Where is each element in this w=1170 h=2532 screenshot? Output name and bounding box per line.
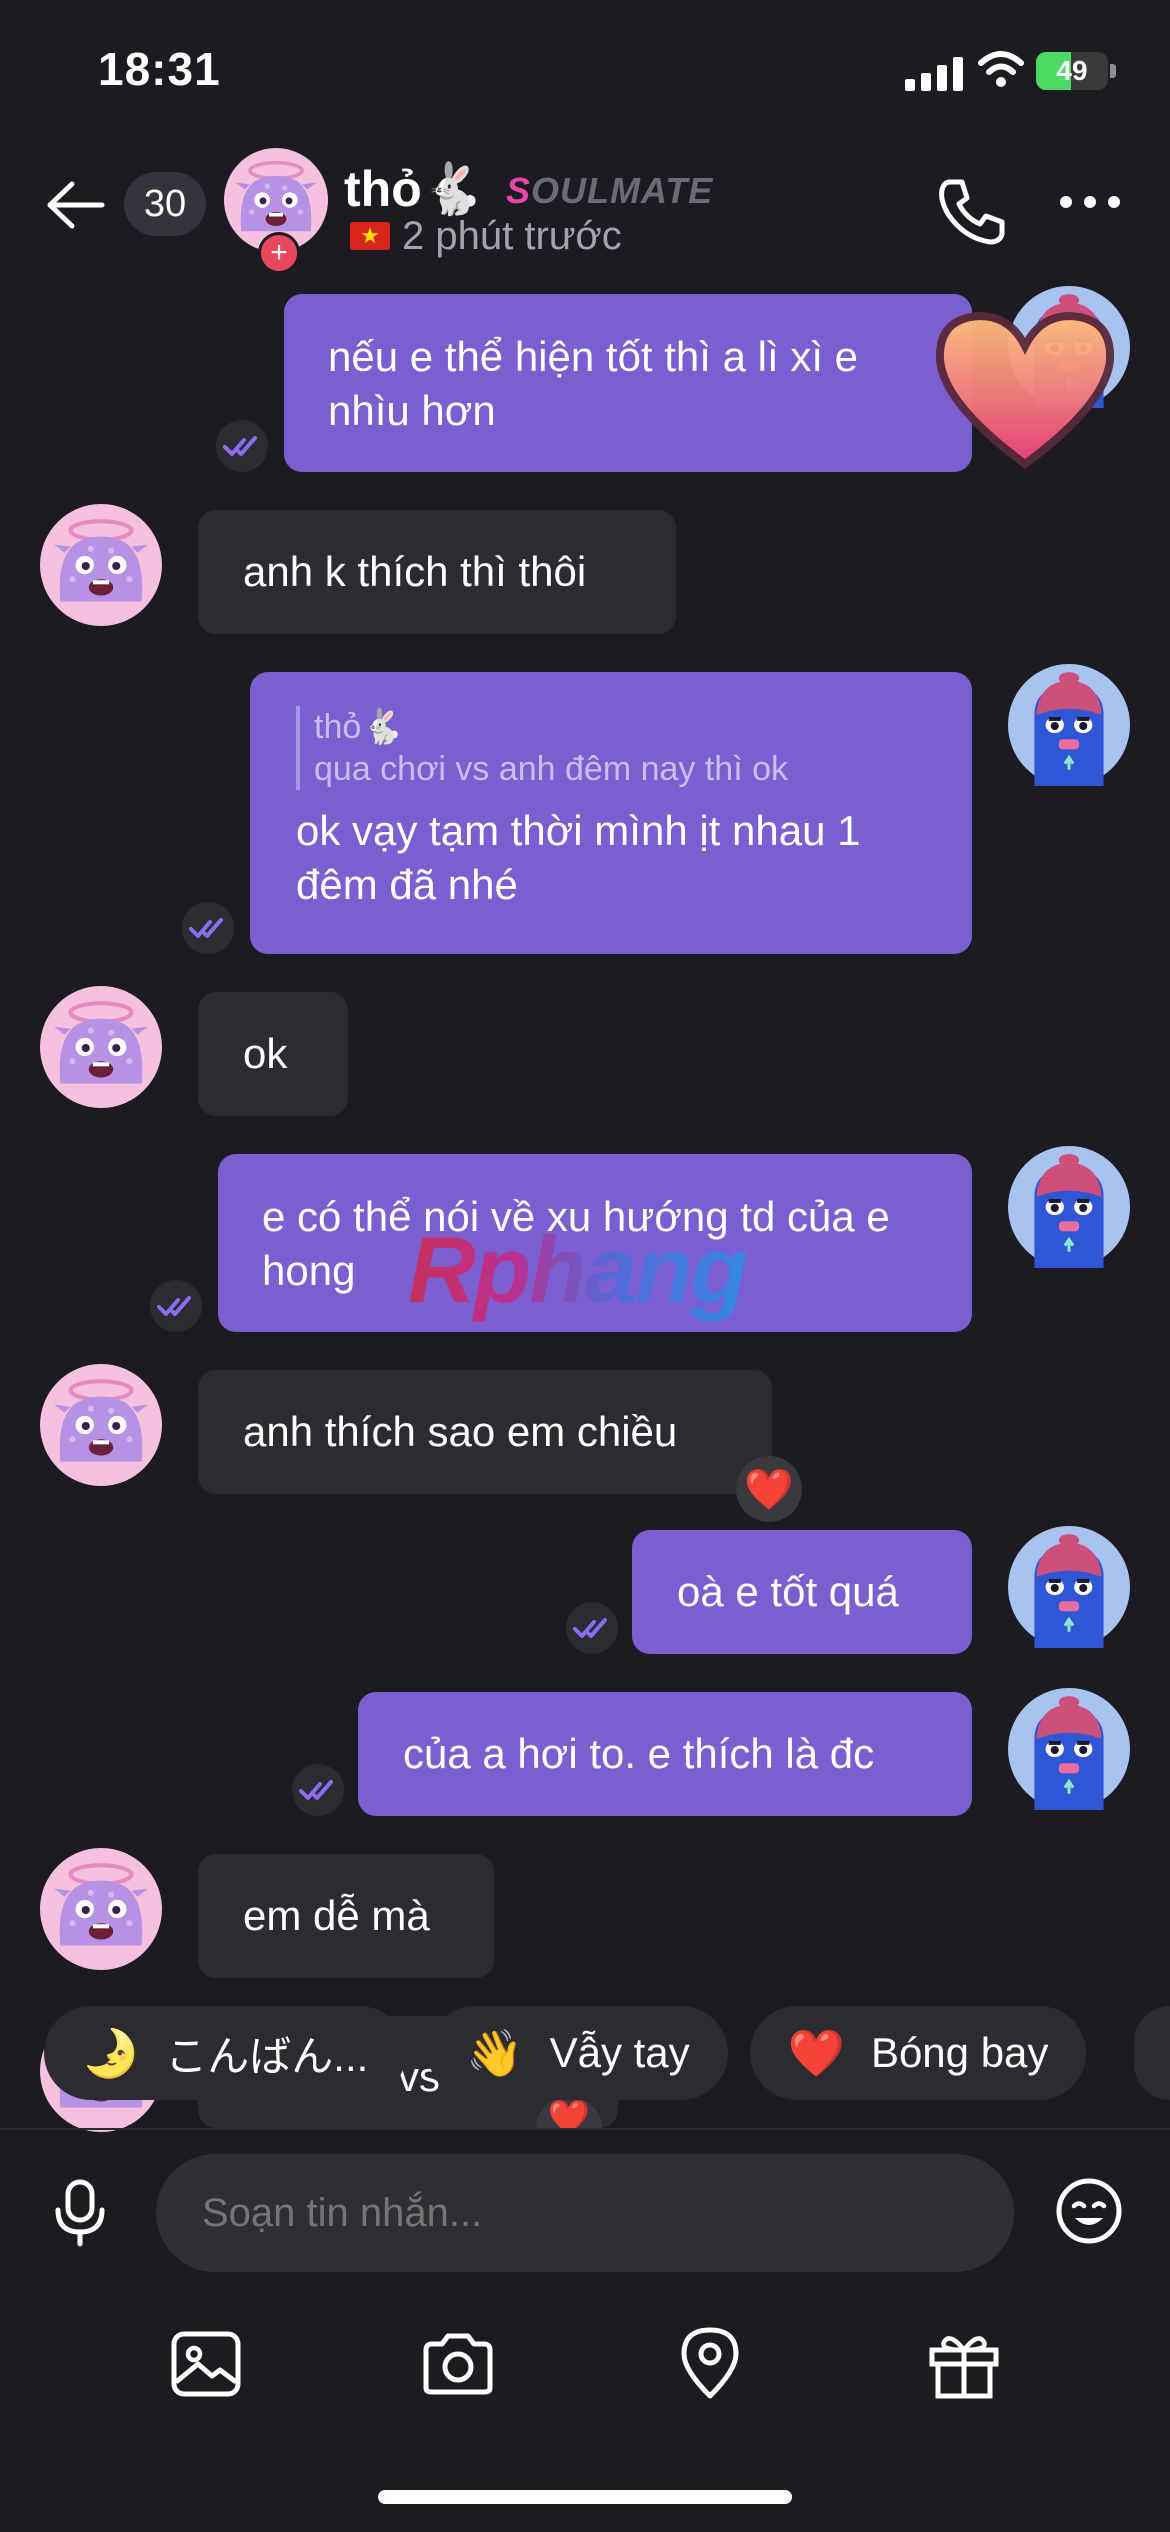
message-bubble-incoming[interactable]: anh k thích thì thôi [198,510,676,634]
read-receipt-icon [150,1280,202,1332]
quick-reply-chip[interactable]: 👋 Vẫy tay [428,2006,728,2100]
quoted-message[interactable]: thỏ🐇 qua chơi vs anh đêm nay thì ok [296,706,926,790]
read-receipt-icon [566,1602,618,1654]
my-avatar[interactable] [1008,1146,1130,1268]
emoji-icon[interactable] [1054,2176,1124,2246]
gift-icon[interactable] [926,2326,1002,2402]
my-avatar[interactable] [1008,664,1130,786]
moon-icon: 🌛 [82,2026,140,2079]
wifi-icon [978,51,1024,87]
contact-avatar-small[interactable] [40,1848,162,1970]
soulmate-tag-rest: OULMATE [531,170,714,211]
contact-name[interactable]: thỏ🐇 [344,160,484,219]
status-time: 18:31 [98,43,221,95]
back-arrow-icon[interactable] [44,180,106,230]
phone-icon[interactable] [936,176,1006,246]
message-bubble-outgoing[interactable]: oà e tốt quá [632,1530,972,1654]
wave-icon: 👋 [466,2026,524,2079]
camera-icon[interactable] [420,2326,496,2402]
quoted-text: qua chơi vs anh đêm nay thì ok [314,750,789,788]
chip-label: こんばん... [165,2032,369,2080]
message-bubble-outgoing[interactable]: nếu e thể hiện tốt thì a lì xì e nhìu hơ… [284,294,972,472]
soulmate-tag-first: S [506,170,532,211]
chip-label: Bóng bay [870,2029,1049,2076]
message-text: của a hơi to. e thích là đc [403,1730,875,1777]
quoted-sender: thỏ🐇 [314,708,404,746]
battery-tip [1110,64,1116,78]
message-bubble-incoming[interactable]: em dễ mà [198,1854,494,1978]
last-seen: 2 phút trước [402,214,622,258]
message-bubble-incoming[interactable]: ok [198,992,348,1116]
message-text: anh thích sao em chiều [243,1408,678,1455]
soulmate-tag: SOULMATE [506,170,713,212]
message-text: em dễ mà [243,1892,430,1939]
message-bubble-incoming[interactable]: anh thích sao em chiều [198,1370,772,1494]
quick-reply-chip-partial[interactable] [1134,2006,1170,2100]
contact-avatar-small[interactable] [40,1364,162,1486]
my-avatar[interactable] [1008,1526,1130,1648]
composer-divider [0,2128,1170,2130]
message-bubble-outgoing[interactable]: của a hơi to. e thích là đc [358,1692,972,1816]
unread-count-badge[interactable]: 30 [124,172,206,236]
vietnam-flag-icon: ★ [350,222,390,250]
read-receipt-icon [182,902,234,954]
quick-reply-chip[interactable]: 🌛 こんばん... [44,2006,407,2100]
read-receipt-icon [216,420,268,472]
battery-level: 49 [1056,55,1088,86]
heart-icon: ❤️ [787,2026,845,2079]
contact-avatar-small[interactable] [40,504,162,626]
add-friend-icon[interactable]: + [258,232,300,274]
read-receipt-icon [292,1764,344,1816]
home-indicator[interactable] [378,2490,792,2504]
my-avatar[interactable] [1008,1688,1130,1810]
watermark: Rphang [408,1217,748,1322]
message-text: nếu e thể hiện tốt thì a lì xì e nhìu hơ… [328,333,859,434]
message-text: anh k thích thì thôi [243,548,587,595]
microphone-icon[interactable] [52,2178,108,2248]
message-text: ok vạy tạm thời mình ịt nhau 1 đêm đã nh… [296,807,861,908]
chip-label: Vẫy tay [549,2029,690,2076]
message-text: ok [243,1030,288,1077]
cell-signal-icon [905,55,963,91]
contact-avatar-small[interactable] [40,986,162,1108]
location-icon[interactable] [672,2326,748,2402]
more-options-icon[interactable] [1060,196,1120,208]
quick-reply-bar: 🌛 こんばん... 👋 Vẫy tay ❤️ Bóng bay [44,2006,1087,2100]
heart-sticker-icon [935,311,1115,469]
heart-reaction[interactable]: ❤️ [736,1456,802,1522]
message-input[interactable] [156,2154,1014,2272]
quick-reply-chip[interactable]: ❤️ Bóng bay [749,2006,1087,2100]
message-text: oà e tốt quá [677,1568,899,1615]
image-icon[interactable] [168,2326,244,2402]
battery-icon: 49 [1036,52,1108,90]
message-bubble-outgoing-reply[interactable]: thỏ🐇 qua chơi vs anh đêm nay thì ok ok v… [250,672,972,954]
